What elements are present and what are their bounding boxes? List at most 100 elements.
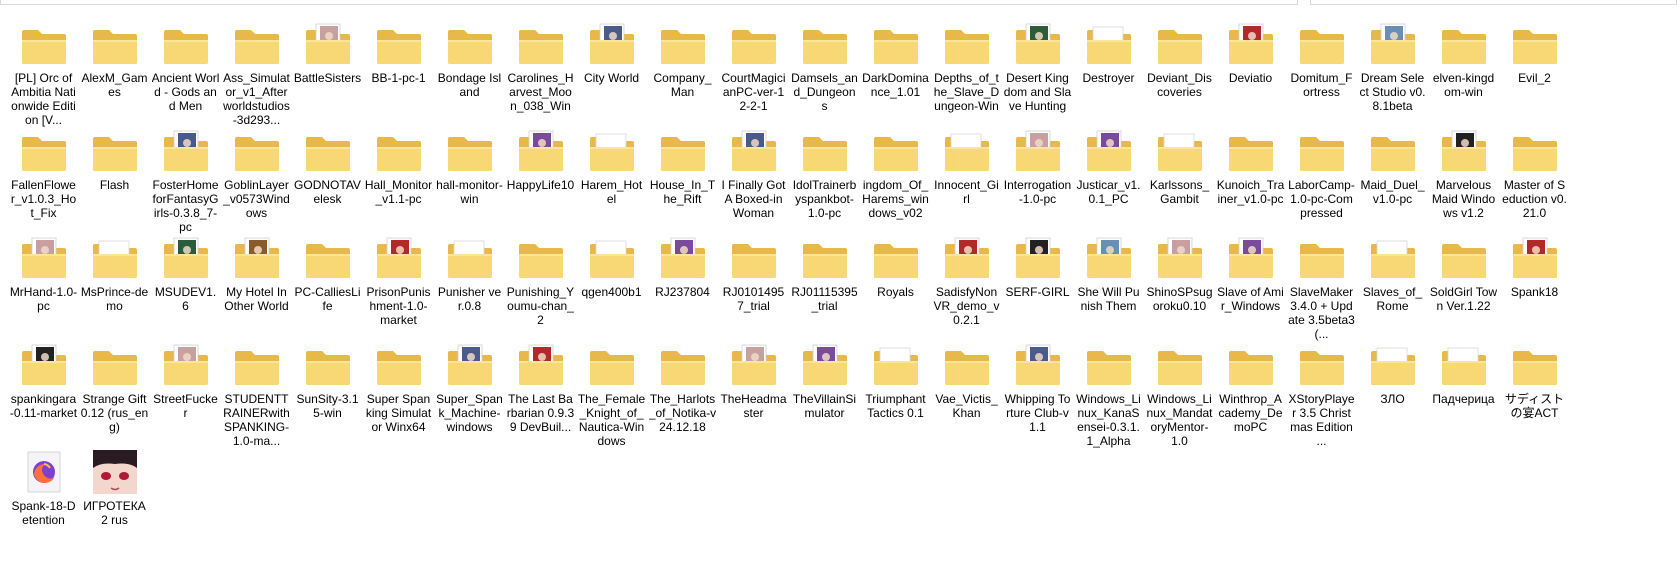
file-item[interactable]: Royals (860, 234, 931, 341)
file-item[interactable]: Desert Kingdom and Slave Hunting (1002, 20, 1073, 127)
file-item[interactable]: Innocent_Girl (931, 127, 1002, 234)
file-item[interactable]: Damsels_and_Dungeons (789, 20, 860, 127)
file-item[interactable]: RJ237804 (647, 234, 718, 341)
file-item[interactable]: My Hotel In Other World (221, 234, 292, 341)
file-item[interactable]: GoblinLayer_v0573Windows (221, 127, 292, 234)
file-item[interactable]: Super_Spank_Machine-windows (434, 341, 505, 448)
file-item[interactable]: XStoryPlayer 3.5 Christmas Edition ... (1286, 341, 1357, 448)
file-item[interactable]: Whipping Torture Club-v1.1 (1002, 341, 1073, 448)
file-item[interactable]: FallenFlower_v1.0.3_Hot_Fix (8, 127, 79, 234)
file-item-label: SoldGirl Town Ver.1.22 (1429, 285, 1498, 313)
file-item[interactable]: elven-kingdom-win (1428, 20, 1499, 127)
file-item[interactable]: Winthrop_Academy_DemoPC (1215, 341, 1286, 448)
file-item[interactable]: Triumphant Tactics 0.1 (860, 341, 931, 448)
file-item[interactable]: Karlssons_Gambit (1144, 127, 1215, 234)
file-item[interactable]: Ancient World - Gods and Men (150, 20, 221, 127)
file-item[interactable]: Slave of Amir_Windows (1215, 234, 1286, 341)
file-item[interactable]: GODNOTAVelesk (292, 127, 363, 234)
file-item[interactable]: PC-CalliesLife (292, 234, 363, 341)
file-item[interactable]: [PL] Orc of Ambitia Nationwide Edition [… (8, 20, 79, 127)
file-item[interactable]: Flash (79, 127, 150, 234)
file-item-label: Marvelous Maid Windows v1.2 (1431, 178, 1496, 220)
file-item[interactable]: BB-1-pc-1 (363, 20, 434, 127)
file-item[interactable]: hall-monitor-win (434, 127, 505, 234)
file-item[interactable]: Harem_Hotel (576, 127, 647, 234)
file-item[interactable]: Windows_Linux_MandatoryMentor-1.0 (1144, 341, 1215, 448)
file-item[interactable]: She Will Punish Them (1073, 234, 1144, 341)
file-item[interactable]: Carolines_Harvest_Moon_038_Win (505, 20, 576, 127)
file-item[interactable]: Spank-18-Detention (8, 448, 79, 555)
file-item[interactable]: Bondage Island (434, 20, 505, 127)
file-item[interactable]: The_Female_Knight_of_Nautica-Windows (576, 341, 647, 448)
file-item[interactable]: StreetFucker (150, 341, 221, 448)
file-item[interactable]: FosterHomeforFantasyGirls-0.3.8_7-pc (150, 127, 221, 234)
file-item[interactable]: Super Spanking Simulator Winx64 (363, 341, 434, 448)
file-item[interactable]: DarkDominance_1.01 (860, 20, 931, 127)
file-item[interactable]: Падчерица (1428, 341, 1499, 448)
file-item[interactable]: SoldGirl Town Ver.1.22 (1428, 234, 1499, 341)
folder-image-icon (444, 343, 496, 387)
search-box-edge[interactable] (1310, 0, 1677, 5)
file-item[interactable]: LaborCamp-1.0-pc-Compressed (1286, 127, 1357, 234)
file-item[interactable]: Justicar_v1.0.1_PC (1073, 127, 1144, 234)
address-bar-edge[interactable] (0, 0, 1298, 5)
file-item[interactable]: Interrogation-1.0-pc (1002, 127, 1073, 234)
file-item[interactable]: HappyLife10 (505, 127, 576, 234)
file-item[interactable]: サディストの宴ACT (1499, 341, 1570, 448)
file-item[interactable]: PrisonPunishment-1.0-market (363, 234, 434, 341)
file-item[interactable]: Spank18 (1499, 234, 1570, 341)
file-item[interactable]: Deviatio (1215, 20, 1286, 127)
file-item[interactable]: Slaves_of_Rome (1357, 234, 1428, 341)
file-item[interactable]: MsPrince-demo (79, 234, 150, 341)
file-item[interactable]: Master of Seduction v0.21.0 (1499, 127, 1570, 234)
file-item[interactable]: Maid_Duel_v1.0-pc (1357, 127, 1428, 234)
file-item[interactable]: Vae_Victis_Khan (931, 341, 1002, 448)
file-item[interactable]: CourtMagicianPC-ver-12-2-1 (718, 20, 789, 127)
file-item[interactable]: Punisher ver.0.8 (434, 234, 505, 341)
file-item[interactable]: House_In_The_Rift (647, 127, 718, 234)
file-item[interactable]: ingdom_Of_Harems_windows_v02 (860, 127, 931, 234)
file-item[interactable]: Windows_Linux_KanaSensei-0.3.1.1_Alpha (1073, 341, 1144, 448)
file-item[interactable]: The_Harlots_of_Notika-v24.12.18 (647, 341, 718, 448)
file-item[interactable]: ЗЛО (1357, 341, 1428, 448)
file-item[interactable]: SlaveMaker 3.4.0 + Update 3.5beta3 (... (1286, 234, 1357, 341)
file-item[interactable]: RJ01014957_trial (718, 234, 789, 341)
file-item[interactable]: ShinoSPsugoroku0.10 (1144, 234, 1215, 341)
file-item[interactable]: Depths_of_the_Slave_Dungeon-Win (931, 20, 1002, 127)
file-item[interactable]: Hall_Monitor_v1.1-pc (363, 127, 434, 234)
file-item[interactable]: Punishing_Youmu-chan_2 (505, 234, 576, 341)
file-item[interactable]: SadisfyNonVR_demo_v0.2.1 (931, 234, 1002, 341)
file-item[interactable]: MSUDEV1.6 (150, 234, 221, 341)
file-item-label: Punisher ver.0.8 (437, 285, 502, 313)
file-item[interactable]: City World (576, 20, 647, 127)
file-item[interactable]: TheHeadmaster (718, 341, 789, 448)
file-item[interactable]: IdolTrainerbyspankbot-1.0-pc (789, 127, 860, 234)
file-item[interactable]: AlexM_Games (79, 20, 150, 127)
file-item[interactable]: spankingara-0.11-market (8, 341, 79, 448)
file-item[interactable]: Dream Select Studio v0.8.1beta (1357, 20, 1428, 127)
folder-icon (302, 343, 354, 387)
folder-icon (231, 129, 283, 173)
file-item[interactable]: MrHand-1.0-pc (8, 234, 79, 341)
file-item[interactable]: I Finally Got A Boxed-in Woman (718, 127, 789, 234)
folder-icon (231, 343, 283, 387)
file-item[interactable]: Kunoich_Trainer_v1.0-pc (1215, 127, 1286, 234)
file-item[interactable]: STUDENTTRAINERwithSPANKING-1.0-ma... (221, 341, 292, 448)
file-item[interactable]: Strange Gift 0.12 (rus_eng) (79, 341, 150, 448)
file-item[interactable]: qgen400b1 (576, 234, 647, 341)
file-item[interactable]: Domitum_Fortress (1286, 20, 1357, 127)
file-item[interactable]: ИГРОТЕКА 2 rus (79, 448, 150, 555)
file-item-label: My Hotel In Other World (224, 285, 289, 313)
file-item[interactable]: Ass_Simulator_v1_Afterworldstudios-3d293… (221, 20, 292, 127)
file-item[interactable]: The Last Barbarian 0.9.39 DevBuil... (505, 341, 576, 448)
file-item[interactable]: Evil_2 (1499, 20, 1570, 127)
file-item[interactable]: SERF-GIRL (1002, 234, 1073, 341)
file-item[interactable]: SunSity-3.15-win (292, 341, 363, 448)
file-item[interactable]: RJ01115395_trial (789, 234, 860, 341)
file-item[interactable]: Marvelous Maid Windows v1.2 (1428, 127, 1499, 234)
file-item[interactable]: Destroyer (1073, 20, 1144, 127)
file-item[interactable]: BattleSisters (292, 20, 363, 127)
file-item[interactable]: Deviant_Discoveries (1144, 20, 1215, 127)
file-item[interactable]: TheVillainSimulator (789, 341, 860, 448)
file-item[interactable]: Company_Man (647, 20, 718, 127)
